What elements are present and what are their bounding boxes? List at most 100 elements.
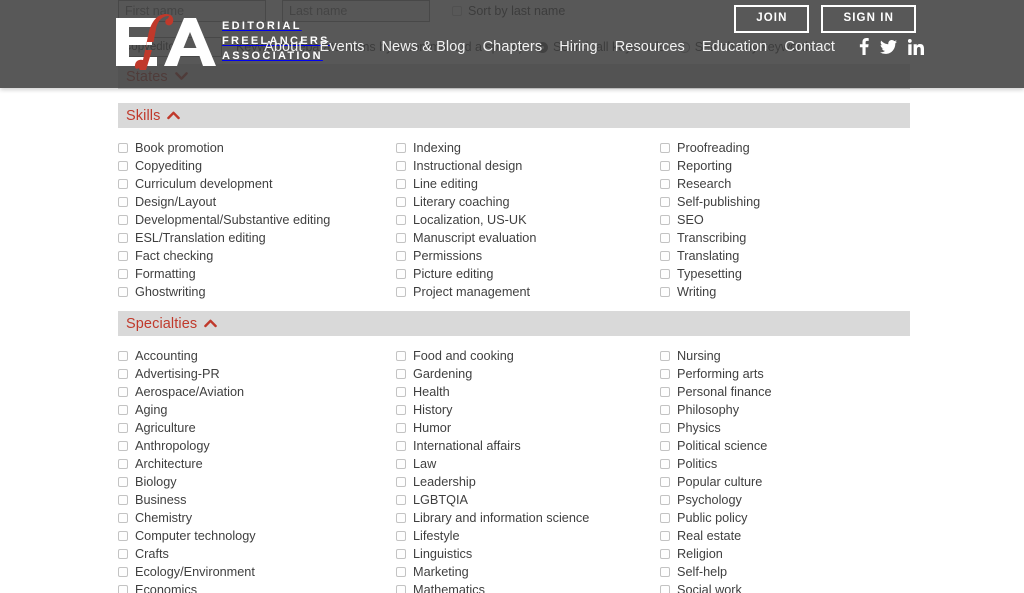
checkbox-input[interactable] [660,287,670,297]
checkbox-input[interactable] [396,441,406,451]
checkbox-item[interactable]: Localization, US-UK [396,211,660,229]
checkbox-item[interactable]: Copyediting [118,157,396,175]
checkbox-item[interactable]: SEO [660,211,910,229]
checkbox-input[interactable] [396,369,406,379]
checkbox-item[interactable]: Politics [660,455,910,473]
checkbox-input[interactable] [396,459,406,469]
checkbox-input[interactable] [118,269,128,279]
checkbox-input[interactable] [660,369,670,379]
checkbox-item[interactable]: Typesetting [660,265,910,283]
checkbox-input[interactable] [396,405,406,415]
checkbox-item[interactable]: Food and cooking [396,347,660,365]
join-button[interactable]: JOIN [734,5,810,33]
checkbox-input[interactable] [660,459,670,469]
checkbox-item[interactable]: Social work [660,581,910,593]
checkbox-item[interactable]: Personal finance [660,383,910,401]
checkbox-item[interactable]: Fact checking [118,247,396,265]
checkbox-item[interactable]: Real estate [660,527,910,545]
section-header-specialties[interactable]: Specialties [118,311,910,336]
checkbox-input[interactable] [660,251,670,261]
section-header-skills[interactable]: Skills [118,103,910,128]
checkbox-item[interactable]: Physics [660,419,910,437]
linkedin-icon[interactable] [908,38,924,55]
checkbox-item[interactable]: Health [396,383,660,401]
checkbox-item[interactable]: Philosophy [660,401,910,419]
checkbox-input[interactable] [660,477,670,487]
checkbox-item[interactable]: Agriculture [118,419,396,437]
checkbox-item[interactable]: Economics [118,581,396,593]
checkbox-item[interactable]: Design/Layout [118,193,396,211]
checkbox-input[interactable] [396,423,406,433]
checkbox-item[interactable]: Psychology [660,491,910,509]
checkbox-input[interactable] [118,513,128,523]
sign-in-button[interactable]: SIGN IN [821,5,916,33]
checkbox-input[interactable] [660,549,670,559]
nav-link-about[interactable]: About [264,39,302,55]
checkbox-input[interactable] [118,441,128,451]
checkbox-input[interactable] [118,531,128,541]
checkbox-input[interactable] [396,179,406,189]
checkbox-item[interactable]: Humor [396,419,660,437]
checkbox-item[interactable]: International affairs [396,437,660,455]
checkbox-input[interactable] [118,567,128,577]
checkbox-item[interactable]: Curriculum development [118,175,396,193]
chevron-up-icon[interactable] [204,319,218,328]
checkbox-item[interactable]: Public policy [660,509,910,527]
checkbox-input[interactable] [660,215,670,225]
checkbox-item[interactable]: Picture editing [396,265,660,283]
checkbox-item[interactable]: Advertising-PR [118,365,396,383]
checkbox-input[interactable] [118,423,128,433]
checkbox-input[interactable] [118,477,128,487]
checkbox-input[interactable] [396,531,406,541]
twitter-icon[interactable] [880,39,897,54]
checkbox-input[interactable] [118,459,128,469]
checkbox-item[interactable]: Translating [660,247,910,265]
checkbox-input[interactable] [660,423,670,433]
checkbox-item[interactable]: Chemistry [118,509,396,527]
checkbox-item[interactable]: Indexing [396,139,660,157]
checkbox-input[interactable] [118,287,128,297]
checkbox-input[interactable] [396,513,406,523]
checkbox-input[interactable] [660,269,670,279]
checkbox-input[interactable] [660,233,670,243]
nav-link-resources[interactable]: Resources [615,39,685,55]
checkbox-input[interactable] [396,567,406,577]
checkbox-input[interactable] [118,495,128,505]
checkbox-item[interactable]: Proofreading [660,139,910,157]
checkbox-input[interactable] [396,387,406,397]
checkbox-input[interactable] [118,161,128,171]
checkbox-input[interactable] [396,495,406,505]
checkbox-input[interactable] [660,161,670,171]
checkbox-input[interactable] [660,351,670,361]
checkbox-input[interactable] [118,369,128,379]
checkbox-item[interactable]: Line editing [396,175,660,193]
checkbox-item[interactable]: Leadership [396,473,660,491]
checkbox-item[interactable]: Permissions [396,247,660,265]
checkbox-input[interactable] [660,387,670,397]
checkbox-input[interactable] [396,233,406,243]
checkbox-item[interactable]: Self-publishing [660,193,910,211]
checkbox-input[interactable] [118,549,128,559]
checkbox-input[interactable] [660,513,670,523]
checkbox-input[interactable] [660,585,670,593]
checkbox-input[interactable] [396,549,406,559]
checkbox-item[interactable]: Nursing [660,347,910,365]
checkbox-input[interactable] [118,251,128,261]
checkbox-input[interactable] [660,567,670,577]
checkbox-item[interactable]: Performing arts [660,365,910,383]
checkbox-input[interactable] [396,251,406,261]
checkbox-item[interactable]: Ghostwriting [118,283,396,301]
checkbox-input[interactable] [660,531,670,541]
checkbox-item[interactable]: Gardening [396,365,660,383]
checkbox-item[interactable]: Linguistics [396,545,660,563]
chevron-up-icon[interactable] [167,111,181,120]
checkbox-item[interactable]: ESL/Translation editing [118,229,396,247]
checkbox-item[interactable]: Biology [118,473,396,491]
checkbox-item[interactable]: Political science [660,437,910,455]
checkbox-item[interactable]: Transcribing [660,229,910,247]
checkbox-item[interactable]: Project management [396,283,660,301]
checkbox-item[interactable]: Popular culture [660,473,910,491]
checkbox-item[interactable]: Accounting [118,347,396,365]
checkbox-input[interactable] [118,405,128,415]
checkbox-input[interactable] [396,477,406,487]
